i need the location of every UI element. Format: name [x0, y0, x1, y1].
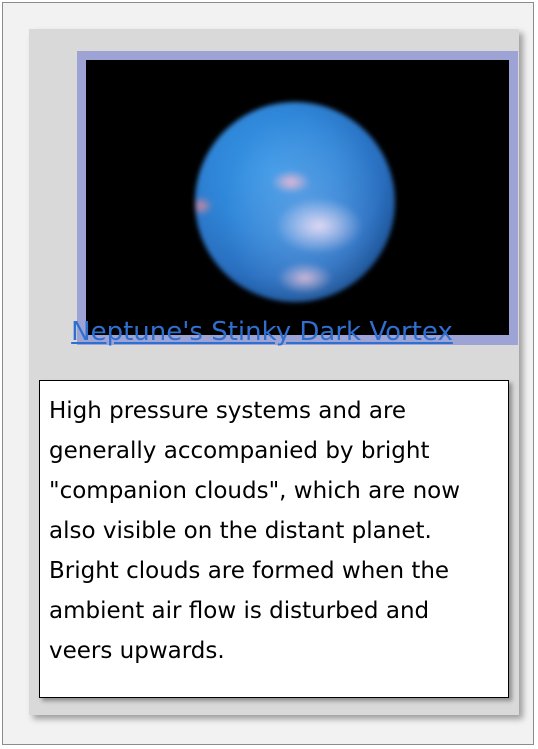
neptune-image: [86, 60, 509, 335]
image-frame: [77, 51, 518, 345]
neptune-planet: [195, 102, 395, 302]
page-frame: Neptune's Stinky Dark Vortex High pressu…: [2, 2, 534, 745]
description-box: High pressure systems and are generally …: [39, 380, 509, 698]
description-text: High pressure systems and are generally …: [49, 398, 461, 664]
card-title-link[interactable]: Neptune's Stinky Dark Vortex: [3, 317, 521, 347]
